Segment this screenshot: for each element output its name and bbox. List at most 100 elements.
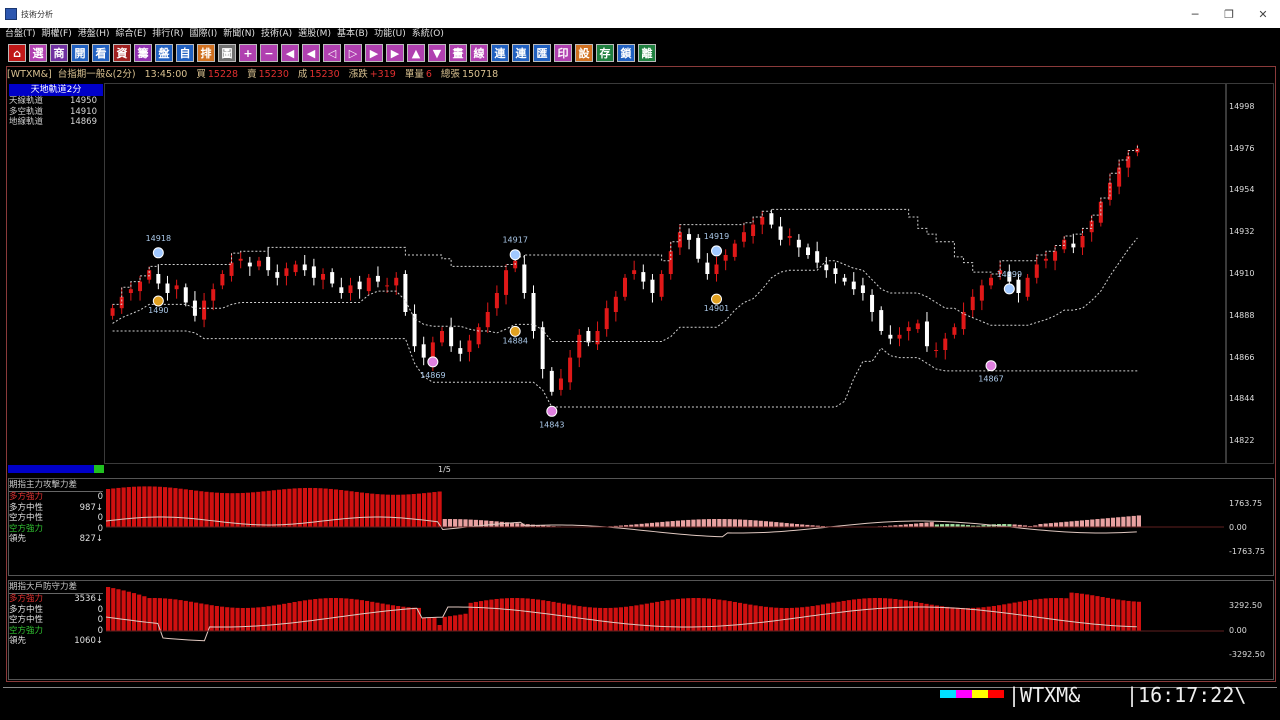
- price-tick-label: 14822: [1229, 436, 1255, 446]
- indicator2-title[interactable]: 期指大戶防守力差: [9, 582, 103, 594]
- step-right-icon[interactable]: ▶: [365, 44, 383, 62]
- row-label: 多方強力: [9, 492, 44, 502]
- indicator1-legend: 期指主力攻擊力差 多方強力 0 多方中性 987↓ 空方中性 0 空方強力 0 領先 82…: [9, 480, 103, 545]
- menu-item[interactable]: 排行(R): [152, 28, 183, 41]
- chips-icon[interactable]: 籌: [134, 44, 152, 62]
- indicator-row: 多方中性 0: [9, 605, 103, 616]
- custom-icon[interactable]: 自: [176, 44, 194, 62]
- price-tick-label: 14866: [1229, 352, 1255, 362]
- status-ticker: |WTXM&: [1008, 683, 1081, 707]
- draw-icon[interactable]: 畫: [449, 44, 467, 62]
- menu-item[interactable]: 功能(U): [374, 28, 406, 41]
- chart-scrollbar[interactable]: [8, 465, 104, 473]
- legend-label: 多空軌道: [9, 106, 44, 117]
- row-label: 空方強力: [9, 523, 44, 534]
- bid-label: 買: [196, 69, 206, 80]
- ind2-axis-bottom: -3292.50: [1229, 650, 1265, 659]
- close-icon[interactable]: ✕: [1246, 0, 1280, 28]
- exit-icon[interactable]: 離: [638, 44, 656, 62]
- price-tick-label: 14932: [1229, 227, 1255, 237]
- last-label: 成: [297, 69, 308, 80]
- export-icon[interactable]: 匯: [533, 44, 551, 62]
- volume-value: 6: [425, 69, 432, 80]
- save-icon[interactable]: 存: [596, 44, 614, 62]
- menu-item[interactable]: 選股(M): [298, 28, 331, 41]
- minimize-icon[interactable]: ─: [1178, 0, 1212, 28]
- ind1-axis-top: 1763.75: [1229, 499, 1263, 508]
- link-icon[interactable]: 連: [491, 44, 509, 62]
- indicator-row: 多方中性 987↓: [9, 503, 103, 514]
- chart-icon[interactable]: 圖: [218, 44, 236, 62]
- price-panel[interactable]: [104, 83, 1226, 464]
- quote-time: 13:45:00: [144, 69, 188, 80]
- watch-icon[interactable]: 看: [92, 44, 110, 62]
- data-icon[interactable]: 資: [113, 44, 131, 62]
- menu-item[interactable]: 綜合(E): [116, 28, 147, 41]
- toolbar: ⌂ 選商開看資籌盤自排圖 + − ◀ ◀ ◁ ▷ ▶ ▶ ▲ ▼ 畫線連連匯印設存鎖離: [0, 41, 1280, 65]
- bid-value: 15228: [207, 69, 239, 80]
- lock-icon[interactable]: 鎖: [617, 44, 635, 62]
- legend-title[interactable]: 天地軌道2分: [9, 84, 103, 96]
- quote-bar: [WTXM&] 台指期一般&(2分) 13:45:00 買 15228 賣 15230…: [7, 67, 1273, 82]
- step-left-icon[interactable]: ◀: [302, 44, 320, 62]
- menu-item[interactable]: 系統(O): [412, 28, 444, 41]
- row-label: 空方中性: [9, 615, 44, 626]
- next-icon[interactable]: ▷: [344, 44, 362, 62]
- ind2-axis-zero: 0.00: [1229, 626, 1247, 635]
- print-icon[interactable]: 印: [554, 44, 572, 62]
- row-label: 領先: [9, 636, 27, 647]
- page-indicator: 1/5: [438, 465, 451, 474]
- row-value: 0: [97, 604, 103, 615]
- zoom-in-icon[interactable]: +: [239, 44, 257, 62]
- indicator-row: 多方強力 3536↓: [9, 594, 103, 605]
- price-tick-label: 14998: [1229, 101, 1255, 111]
- right-icon[interactable]: ▶: [386, 44, 404, 62]
- up-icon[interactable]: ▲: [407, 44, 425, 62]
- menu-bar: 台盤(T) 期權(F) 港盤(H) 綜合(E) 排行(R) 國際(I) 新聞(N) 技術(A)…: [0, 28, 1280, 41]
- menu-item[interactable]: 國際(I): [190, 28, 218, 41]
- indicator1-title[interactable]: 期指主力攻擊力差: [9, 480, 103, 492]
- menu-item[interactable]: 新聞(N): [223, 28, 255, 41]
- indicator2-legend: 期指大戶防守力差 多方強力 3536↓ 多方中性 0 空方中性 0 空方強力 0 領先 1…: [9, 582, 103, 647]
- legend-row: 多空軌道 14910: [9, 107, 103, 118]
- row-value: 827↓: [79, 534, 103, 545]
- indicator1-panel[interactable]: [8, 478, 1274, 576]
- menu-item[interactable]: 技術(A): [261, 28, 292, 41]
- indicator2-panel[interactable]: [8, 580, 1274, 680]
- total-label: 總張: [440, 69, 460, 80]
- price-tick-label: 14888: [1229, 310, 1255, 320]
- row-label: 多方中性: [9, 502, 44, 513]
- zoom-out-icon[interactable]: −: [260, 44, 278, 62]
- left-icon[interactable]: ◀: [281, 44, 299, 62]
- commodity-icon[interactable]: 商: [50, 44, 68, 62]
- row-label: 領先: [9, 534, 27, 545]
- scroll-thumb[interactable]: [94, 465, 104, 473]
- line-icon[interactable]: 線: [470, 44, 488, 62]
- status-color-swatches: [940, 690, 1004, 698]
- settings-icon[interactable]: 設: [575, 44, 593, 62]
- board-icon[interactable]: 盤: [155, 44, 173, 62]
- link2-icon[interactable]: 連: [512, 44, 530, 62]
- select-icon[interactable]: 選: [29, 44, 47, 62]
- home-icon[interactable]: ⌂: [8, 44, 26, 62]
- status-swatch: [988, 690, 1004, 698]
- prev-icon[interactable]: ◁: [323, 44, 341, 62]
- menu-item[interactable]: 期權(F): [42, 28, 72, 41]
- legend-row: 地線軌道 14869: [9, 117, 103, 128]
- menu-item[interactable]: 基本(B): [337, 28, 368, 41]
- maximize-icon[interactable]: ❐: [1212, 0, 1246, 28]
- down-icon[interactable]: ▼: [428, 44, 446, 62]
- menu-item[interactable]: 台盤(T): [5, 28, 36, 41]
- rank-icon[interactable]: 排: [197, 44, 215, 62]
- ind1-axis-zero: 0.00: [1229, 523, 1247, 532]
- quote-symbol[interactable]: [WTXM&]: [7, 69, 52, 80]
- indicator-row: 多方強力 0: [9, 492, 103, 503]
- ind2-axis-top: 3292.50: [1229, 601, 1263, 610]
- ask-value: 15230: [258, 69, 289, 80]
- status-swatch: [972, 690, 988, 698]
- indicator-legend: 天地軌道2分 天線軌道 14950 多空軌道 14910 地線軌道 14869: [9, 84, 103, 128]
- window-title: 技術分析: [21, 9, 53, 19]
- menu-item[interactable]: 港盤(H): [78, 28, 110, 41]
- open-icon[interactable]: 開: [71, 44, 89, 62]
- quote-name: 台指期一般&(2分): [57, 69, 136, 80]
